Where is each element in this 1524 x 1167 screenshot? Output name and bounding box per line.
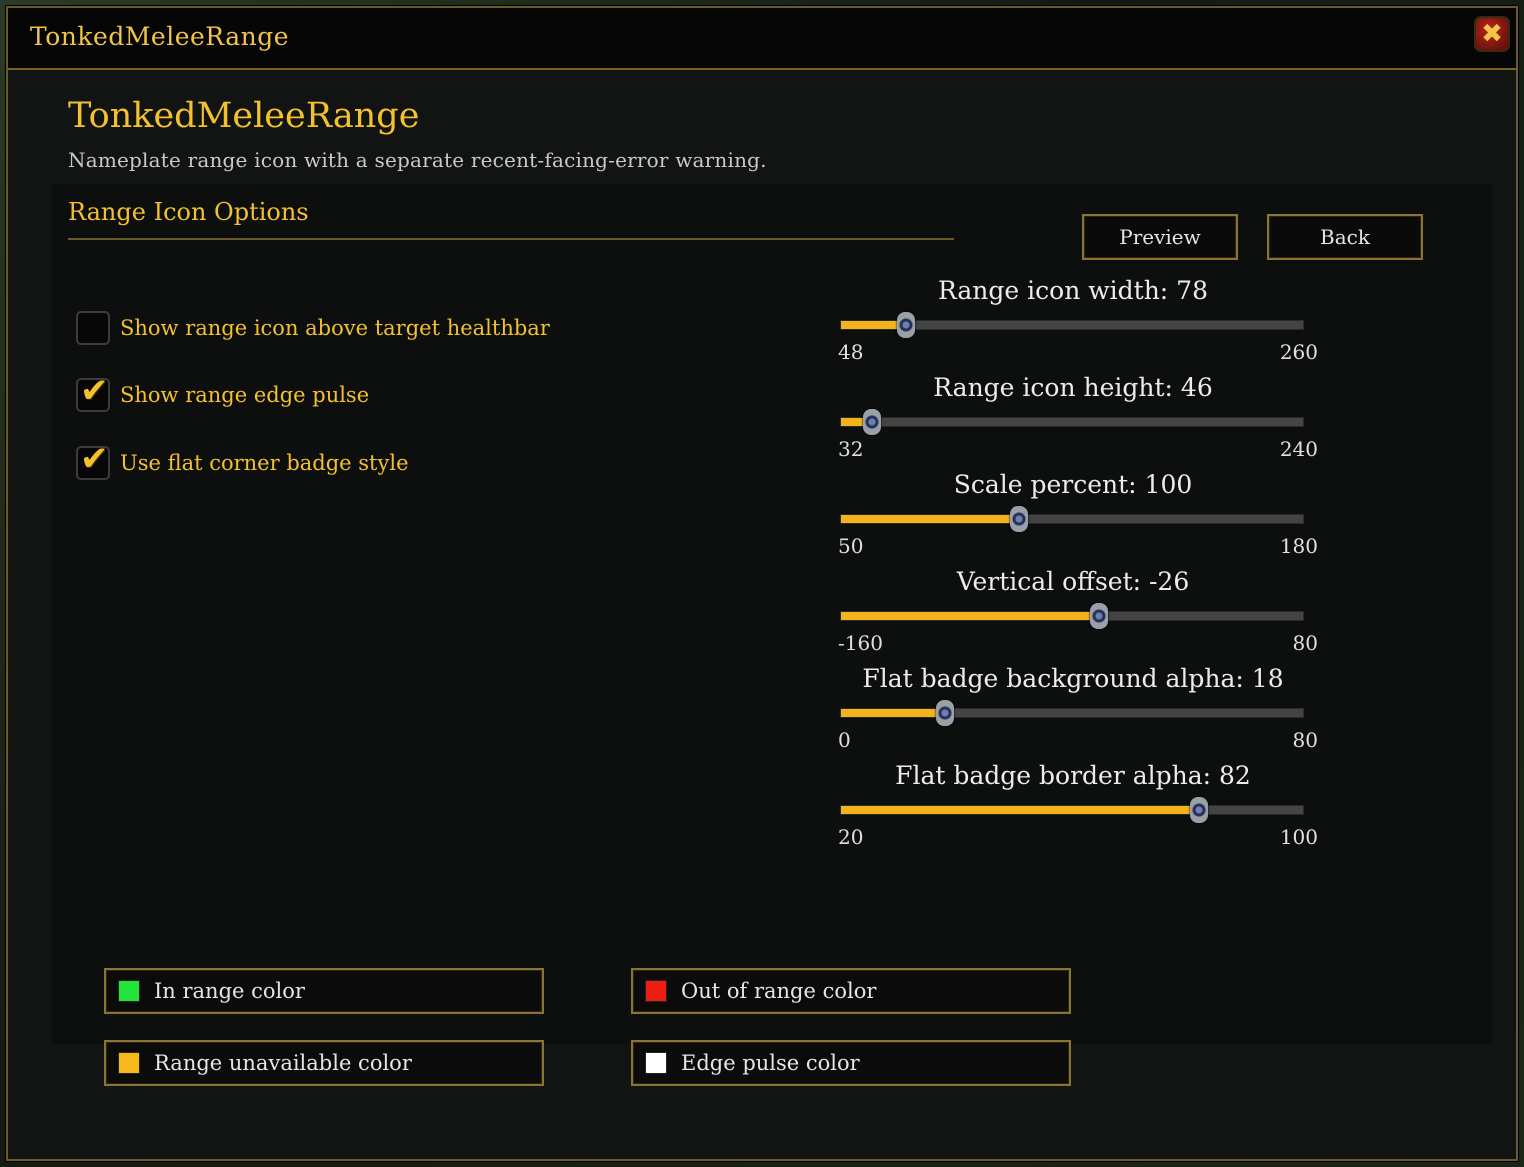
color-button-label: Edge pulse color xyxy=(681,1051,860,1075)
slider-min-label: 50 xyxy=(838,534,864,558)
color-button-label: In range color xyxy=(154,979,305,1003)
slider-max-label: 180 xyxy=(1279,534,1318,558)
preview-button[interactable]: Preview xyxy=(1082,214,1238,260)
slider-max-label: 100 xyxy=(1279,825,1318,849)
checkmark-icon: ✔ xyxy=(80,371,109,411)
slider-fill xyxy=(841,515,1019,523)
slider-min-label: 32 xyxy=(838,437,864,461)
slider-label: Vertical offset: -26 xyxy=(956,567,1190,596)
slider-label: Range icon width: 78 xyxy=(938,276,1208,305)
titlebar[interactable]: TonkedMeleeRange ✖ xyxy=(8,8,1516,70)
checkbox-row-edge-pulse[interactable]: ✔ Show range edge pulse xyxy=(76,374,369,413)
slider-label: Flat badge background alpha: 18 xyxy=(862,664,1284,693)
slider-track[interactable] xyxy=(840,409,1304,435)
edge-pulse-color-button[interactable]: Edge pulse color xyxy=(631,1040,1071,1086)
checkbox-label[interactable]: Use flat corner badge style xyxy=(120,451,409,475)
slider-min-label: 0 xyxy=(838,728,851,752)
addon-options-window: TonkedMeleeRange ✖ TonkedMeleeRange Name… xyxy=(6,6,1518,1161)
checkbox-row-show-range-icon[interactable]: Show range icon above target healthbar xyxy=(76,310,550,346)
color-button-label: Range unavailable color xyxy=(154,1051,412,1075)
slider-label: Range icon height: 46 xyxy=(933,373,1213,402)
checkbox-label[interactable]: Show range icon above target healthbar xyxy=(120,316,550,340)
slider-vertical-offset: Vertical offset: -26 -160 80 xyxy=(828,567,1318,657)
checkbox-label[interactable]: Show range edge pulse xyxy=(120,383,369,407)
slider-max-label: 240 xyxy=(1279,437,1318,461)
slider-min-label: 20 xyxy=(838,825,864,849)
slider-max-label: 80 xyxy=(1292,631,1318,655)
checkbox[interactable]: ✔ xyxy=(76,374,110,412)
checkbox[interactable]: ✔ xyxy=(76,442,110,480)
color-swatch xyxy=(645,980,667,1002)
page-title: TonkedMeleeRange xyxy=(68,96,420,136)
checkbox-row-flat-badge[interactable]: ✔ Use flat corner badge style xyxy=(76,442,409,481)
window-title: TonkedMeleeRange xyxy=(30,22,290,51)
color-swatch xyxy=(118,1052,140,1074)
slider-thumb[interactable] xyxy=(1009,506,1028,532)
slider-track[interactable] xyxy=(840,700,1304,726)
close-icon[interactable]: ✖ xyxy=(1474,16,1510,52)
slider-track[interactable] xyxy=(840,603,1304,629)
slider-track[interactable] xyxy=(840,797,1304,823)
section-title: Range Icon Options xyxy=(68,198,309,226)
slider-label: Scale percent: 100 xyxy=(953,470,1193,499)
content-area: TonkedMeleeRange Nameplate range icon wi… xyxy=(8,70,1516,1159)
slider-max-label: 80 xyxy=(1292,728,1318,752)
slider-fill xyxy=(841,709,945,717)
color-button-label: Out of range color xyxy=(681,979,877,1003)
slider-range-icon-width: Range icon width: 78 48 260 xyxy=(828,276,1318,366)
slider-thumb[interactable] xyxy=(897,312,916,338)
slider-thumb[interactable] xyxy=(1089,603,1108,629)
in-range-color-button[interactable]: In range color xyxy=(104,968,544,1014)
color-swatch xyxy=(645,1052,667,1074)
slider-scale-percent: Scale percent: 100 50 180 xyxy=(828,470,1318,560)
slider-thumb[interactable] xyxy=(1190,797,1209,823)
slider-thumb[interactable] xyxy=(935,700,954,726)
slider-thumb[interactable] xyxy=(863,409,882,435)
slider-track[interactable] xyxy=(840,312,1304,338)
slider-label: Flat badge border alpha: 82 xyxy=(895,761,1251,790)
page-description: Nameplate range icon with a separate rec… xyxy=(68,148,767,172)
checkbox[interactable] xyxy=(76,311,110,345)
slider-min-label: -160 xyxy=(838,631,883,655)
slider-fill xyxy=(841,612,1099,620)
back-button[interactable]: Back xyxy=(1267,214,1423,260)
slider-flat-badge-border-alpha: Flat badge border alpha: 82 20 100 xyxy=(828,761,1318,851)
slider-track[interactable] xyxy=(840,506,1304,532)
section-divider xyxy=(68,238,954,240)
slider-range-icon-height: Range icon height: 46 32 240 xyxy=(828,373,1318,463)
color-swatch xyxy=(118,980,140,1002)
slider-flat-badge-background-alpha: Flat badge background alpha: 18 0 80 xyxy=(828,664,1318,754)
slider-max-label: 260 xyxy=(1279,340,1318,364)
checkmark-icon: ✔ xyxy=(80,439,109,479)
slider-min-label: 48 xyxy=(838,340,864,364)
out-of-range-color-button[interactable]: Out of range color xyxy=(631,968,1071,1014)
range-unavailable-color-button[interactable]: Range unavailable color xyxy=(104,1040,544,1086)
slider-fill xyxy=(841,806,1200,814)
